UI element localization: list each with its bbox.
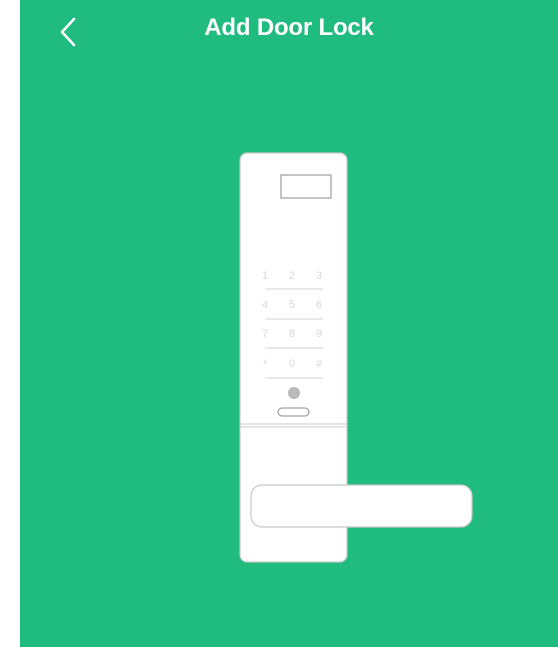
add-door-lock-screen: Add Door Lock 1 2 3 4 5 6 7 8 9 * 0 #	[20, 0, 558, 647]
keypad-key: 7	[262, 328, 268, 340]
keypad-key: *	[263, 358, 268, 370]
keypad-key: 6	[316, 299, 322, 311]
card-reader-window	[280, 174, 332, 199]
keypad-key: 5	[289, 299, 295, 311]
keypad-key: 8	[289, 328, 295, 340]
fingerprint-sensor-icon	[288, 387, 300, 399]
keypad-key: 2	[289, 270, 295, 282]
door-lock-illustration: 1 2 3 4 5 6 7 8 9 * 0 #	[239, 152, 473, 563]
key-slot	[277, 407, 310, 417]
keypad-key: 3	[316, 270, 322, 282]
keypad-key: 1	[262, 270, 268, 282]
keypad-key: 4	[262, 299, 268, 311]
keypad-key: #	[316, 358, 323, 370]
door-handle	[250, 484, 473, 528]
keypad-key: 0	[289, 358, 295, 370]
keypad-key: 9	[316, 328, 322, 340]
